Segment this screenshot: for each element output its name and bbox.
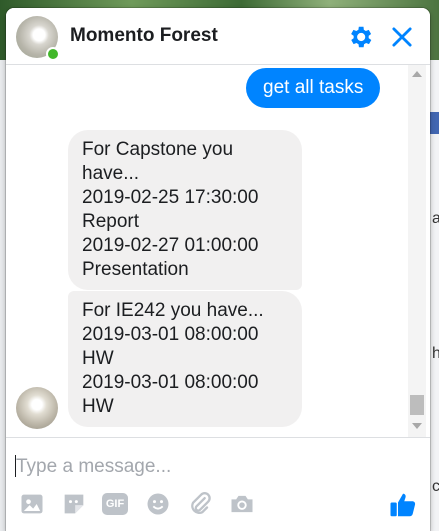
gif-icon[interactable]: GIF [102,493,128,515]
incoming-message-bubble[interactable]: For Capstone you have... 2019-02-25 17:3… [68,130,302,290]
message-input[interactable] [14,450,398,484]
message-scrollbar[interactable] [408,65,426,437]
chat-window: Momento Forest get all tasks For Capston… [6,8,430,531]
message-composer: GIF [6,437,430,531]
outgoing-message-bubble[interactable]: get all tasks [246,68,381,108]
chat-header[interactable]: Momento Forest [6,8,430,65]
sender-avatar[interactable] [16,387,58,429]
message-list[interactable]: get all tasks For Capstone you have... 2… [6,65,430,437]
close-icon[interactable] [388,23,416,51]
background-text-fragment: h [432,345,439,362]
attachment-icon[interactable] [186,490,214,518]
online-status-indicator [46,47,60,61]
gear-icon[interactable] [346,23,374,51]
camera-icon[interactable] [228,490,256,518]
scroll-up-arrow-icon[interactable] [412,71,422,77]
background-text-fragment: c [432,478,439,495]
composer-toolbar: GIF [6,490,430,520]
scrollbar-thumb[interactable] [410,395,424,415]
thumbs-up-icon[interactable] [388,490,418,520]
chat-title[interactable]: Momento Forest [70,25,218,47]
incoming-message-bubble[interactable]: For IE242 you have... 2019-03-01 08:00:0… [68,291,302,427]
sticker-icon[interactable] [60,490,88,518]
photo-icon[interactable] [18,490,46,518]
scroll-down-arrow-icon[interactable] [412,423,422,429]
emoji-icon[interactable] [144,490,172,518]
text-caret [15,455,16,477]
background-text-fragment: a [432,210,439,227]
